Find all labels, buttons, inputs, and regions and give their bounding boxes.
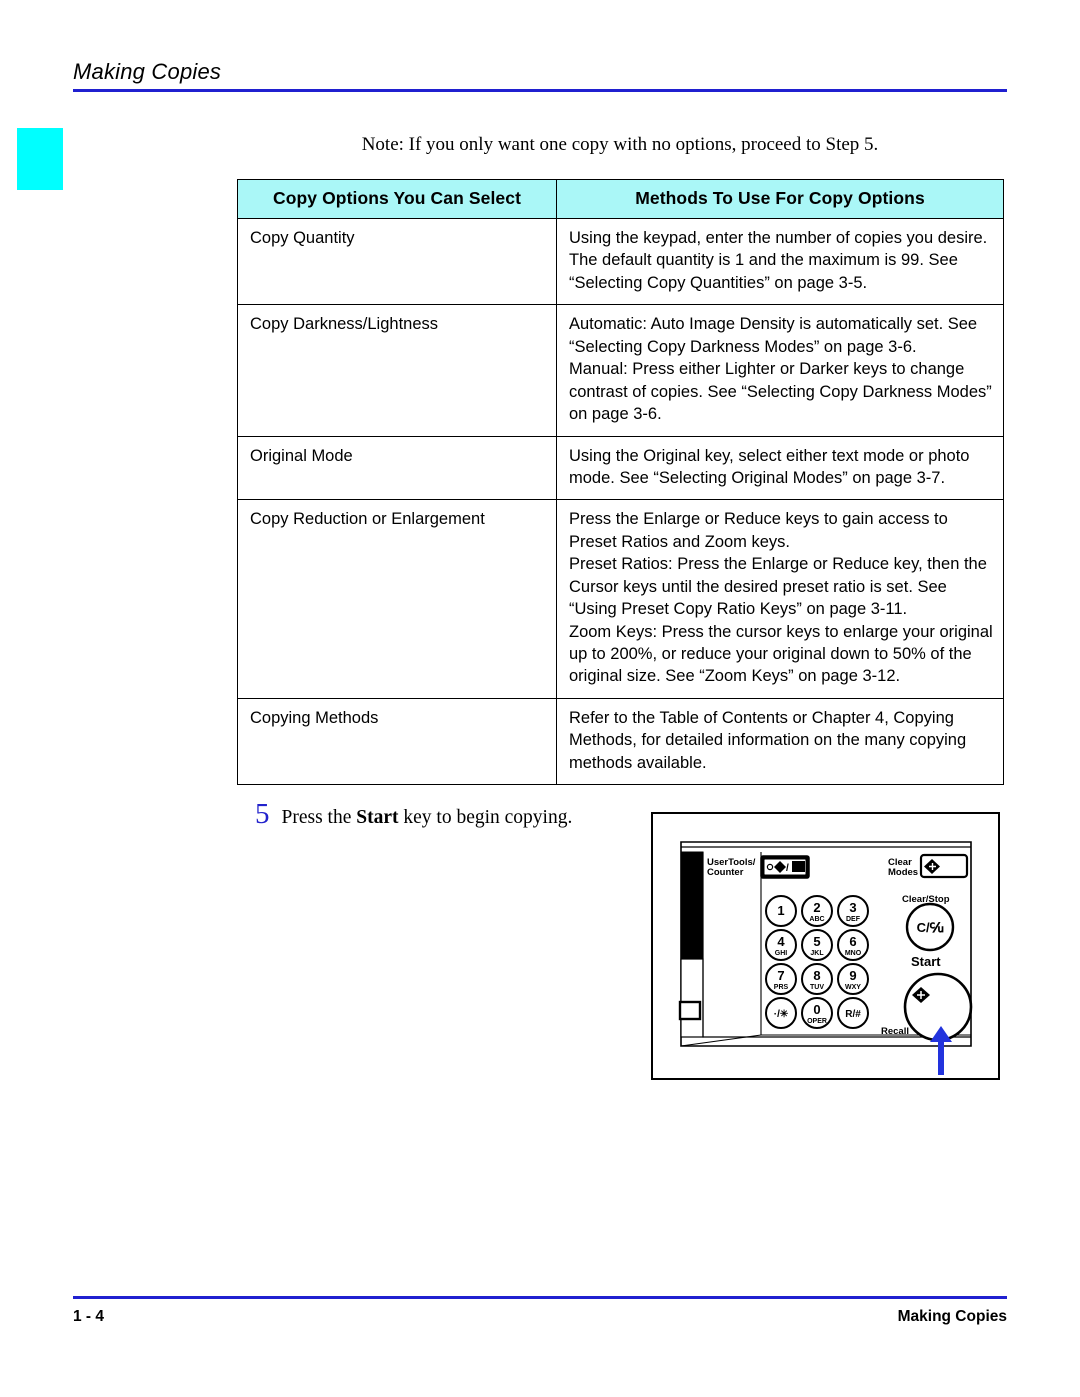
table-row: Copying Methods Refer to the Table of Con… xyxy=(237,697,1004,786)
keypad-digit: 0 xyxy=(813,1002,820,1017)
chapter-thumb-tab xyxy=(17,128,63,190)
step-number: 5 xyxy=(255,798,270,830)
user-tools-label-line2: Counter xyxy=(707,867,744,878)
method-paragraph: Zoom Keys: Press the cursor keys to enla… xyxy=(569,622,993,686)
table-row: Copy Quantity Using the keypad, enter the… xyxy=(237,217,1004,306)
keypad-digit: 4 xyxy=(777,934,785,949)
keypad-digit: 5 xyxy=(813,934,820,949)
footer-page-number: 1 - 4 xyxy=(73,1308,105,1325)
keypad-letters: TUV xyxy=(810,984,824,991)
user-tools-indicator-icon xyxy=(766,863,774,871)
step-text-before: Press the xyxy=(281,807,357,828)
step-5-block: 5 Press the Start key to begin copying. xyxy=(255,800,635,830)
method-cell: Using the keypad, enter the number of co… xyxy=(556,217,1004,306)
keypad-digit: 3 xyxy=(849,900,856,915)
keypad-digit: 1 xyxy=(777,903,784,918)
running-header: Making Copies xyxy=(73,59,1007,93)
keypad-letters: GHI xyxy=(775,950,788,957)
counter-icon xyxy=(792,861,805,872)
footer-chapter: Making Copies xyxy=(897,1308,1007,1325)
clear-stop-key-label: C/℆ xyxy=(917,920,944,935)
recall-label: Recall xyxy=(881,1026,909,1037)
method-paragraph: Refer to the Table of Contents or Chapte… xyxy=(569,708,967,772)
keypad-digit: 8 xyxy=(813,968,820,983)
method-paragraph: Using the keypad, enter the number of co… xyxy=(569,229,988,292)
table-body: Copy Quantity Using the keypad, enter the… xyxy=(237,217,1004,786)
user-tools-slash: / xyxy=(786,863,789,874)
keypad-digit: 6 xyxy=(849,934,856,949)
control-panel-illustration: UserTools/ Counter / Clear Modes Clear/S… xyxy=(678,841,973,1075)
copy-options-table: Copy Options You Can Select Methods To U… xyxy=(237,179,1004,786)
start-label: Start xyxy=(911,954,941,969)
clear-modes-label-line2: Modes xyxy=(888,867,918,878)
page-footer: 1 - 4 Making Copies xyxy=(73,1296,1007,1326)
keypad-letters: WXY xyxy=(845,984,861,991)
method-paragraph: Automatic: Auto Image Density is automat… xyxy=(569,315,978,356)
table-row: Original Mode Using the Original key, sel… xyxy=(237,435,1004,501)
method-paragraph: Manual: Press either Lighter or Darker k… xyxy=(569,360,992,424)
start-key[interactable] xyxy=(903,972,973,1042)
option-cell: Copy Darkness/Lightness xyxy=(237,304,557,437)
method-cell: Using the Original key, select either te… xyxy=(556,435,1004,501)
keypad-digit: ·/✳ xyxy=(774,1009,789,1020)
footer-rule xyxy=(73,1296,1007,1299)
keypad-letters: MNO xyxy=(845,950,862,957)
note-text: Note: If you only want one copy with no … xyxy=(361,134,879,155)
keypad-letters: PRS xyxy=(774,984,789,991)
step-text-after: key to begin copying. xyxy=(398,807,573,828)
page-title: Making Copies xyxy=(73,59,222,84)
control-panel-figure: UserTools/ Counter / Clear Modes Clear/S… xyxy=(651,812,1000,1080)
column-header-method: Methods To Use For Copy Options xyxy=(556,179,1004,219)
method-paragraph: Using the Original key, select either te… xyxy=(569,446,970,487)
option-cell: Copying Methods xyxy=(237,697,557,786)
keypad-digit: 2 xyxy=(813,900,820,915)
option-cell: Copy Quantity xyxy=(237,217,557,306)
step-text: Press the Start key to begin copying. xyxy=(282,806,573,830)
table-row: Copy Darkness/Lightness Automatic: Auto I… xyxy=(237,304,1004,437)
keypad-digit: R/# xyxy=(845,1009,861,1020)
table-row: Copy Reduction or Enlargement Press the E… xyxy=(237,499,1004,699)
keypad-digit: 9 xyxy=(849,968,856,983)
display-panel-lower xyxy=(680,958,704,1038)
keypad-letters: ABC xyxy=(809,916,824,923)
keypad-letters: DEF xyxy=(846,916,861,923)
keypad-digit: 7 xyxy=(777,968,784,983)
table-header-row: Copy Options You Can Select Methods To U… xyxy=(237,179,1004,219)
method-cell: Press the Enlarge or Reduce keys to gain… xyxy=(556,499,1004,699)
method-paragraph: Preset Ratios: Press the Enlarge or Redu… xyxy=(569,555,987,619)
method-cell: Automatic: Auto Image Density is automat… xyxy=(556,304,1004,437)
display-panel xyxy=(680,851,704,960)
side-button[interactable] xyxy=(678,1000,702,1021)
method-cell: Refer to the Table of Contents or Chapte… xyxy=(556,697,1004,786)
option-cell: Original Mode xyxy=(237,435,557,501)
option-cell: Copy Reduction or Enlargement xyxy=(237,499,557,699)
column-header-option: Copy Options You Can Select xyxy=(237,179,557,219)
keypad-letters: OPER xyxy=(807,1018,827,1025)
keypad-letters: JKL xyxy=(810,950,824,957)
header-rule xyxy=(73,89,1007,93)
method-paragraph: Press the Enlarge or Reduce keys to gain… xyxy=(569,510,948,551)
step-text-bold: Start xyxy=(356,807,399,828)
